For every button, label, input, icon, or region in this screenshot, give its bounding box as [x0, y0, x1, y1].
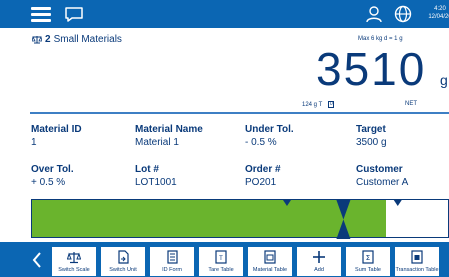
time-text: 4:20	[434, 6, 446, 12]
scale-number: 2	[45, 34, 51, 45]
svg-text:Σ: Σ	[366, 254, 370, 262]
transaction-table-icon	[411, 250, 423, 264]
net-indicator: NET	[405, 101, 417, 107]
switch-scale-icon	[67, 252, 81, 264]
softkey-label: Material Table	[252, 267, 288, 273]
globe-icon[interactable]	[394, 5, 412, 23]
field-lot: Lot # LOT1001	[135, 163, 177, 189]
field-value: 1	[31, 137, 37, 148]
softkey-tare-table[interactable]: T Tare Table	[198, 246, 244, 277]
sum-table-icon: Σ	[362, 250, 374, 264]
scale-icon	[32, 35, 42, 44]
divider	[30, 112, 449, 114]
field-label: Under Tol.	[245, 124, 294, 135]
field-material-name: Material Name Material 1	[135, 123, 203, 149]
field-value: LOT1001	[135, 177, 177, 188]
field-value: - 0.5 %	[245, 137, 277, 148]
field-label: Lot #	[135, 164, 159, 175]
field-label: Material Name	[135, 124, 203, 135]
material-table-icon	[264, 250, 276, 264]
field-under-tol: Under Tol. - 0.5 %	[245, 123, 294, 149]
softkey-label: Add	[314, 267, 324, 273]
field-target: Target 3500 g	[356, 123, 387, 149]
tare-info: 124 g T 0	[302, 101, 335, 108]
add-icon	[313, 251, 325, 263]
softkey-label: Sum Table	[355, 267, 381, 273]
tare-table-icon: T	[215, 250, 227, 264]
field-value: Material 1	[135, 137, 179, 148]
softkey-material-table[interactable]: Material Table	[247, 246, 293, 277]
field-label: Material ID	[31, 124, 82, 135]
softkey-label: Switch Unit	[109, 267, 137, 273]
field-label: Target	[356, 124, 386, 135]
scale-name: 2 Small Materials	[32, 34, 122, 45]
softkey-switch-unit[interactable]: Switch Unit	[100, 246, 146, 277]
tolerance-bar	[31, 199, 449, 239]
softkey-label: ID Form	[162, 267, 182, 273]
field-value: 3500 g	[356, 137, 387, 148]
date-text: 12/04/20	[428, 14, 449, 20]
field-value: Customer A	[356, 177, 409, 188]
svg-text:T: T	[219, 256, 223, 262]
message-icon[interactable]	[64, 6, 84, 23]
field-customer: Customer Customer A	[356, 163, 408, 189]
field-value: PO201	[245, 177, 277, 188]
tare-value: 124 g T	[302, 101, 323, 108]
target-marker-top	[336, 200, 351, 220]
tolerance-markers	[282, 200, 402, 239]
menu-icon[interactable]	[31, 7, 51, 22]
weight-value: 3510	[316, 43, 427, 95]
softkey-transaction-table[interactable]: Transaction Table	[394, 246, 440, 277]
weight-unit: g	[440, 72, 448, 88]
softkey-switch-scale[interactable]: Switch Scale	[51, 246, 97, 277]
chevron-left-icon	[32, 252, 41, 268]
field-order: Order # PO201	[245, 163, 281, 189]
field-label: Customer	[356, 164, 403, 175]
softkey-label: Tare Table	[208, 267, 234, 273]
softkey-add[interactable]: Add	[296, 246, 342, 277]
zero-indicator-icon: 0	[328, 101, 335, 108]
scale-title: Small Materials	[53, 34, 122, 45]
field-over-tol: Over Tol. + 0.5 %	[31, 163, 74, 189]
field-label: Over Tol.	[31, 164, 74, 175]
target-marker-bottom	[336, 219, 351, 239]
softkey-id-form[interactable]: ID Form	[149, 246, 195, 277]
upper-tolerance-marker	[393, 200, 402, 206]
field-label: Order #	[245, 164, 281, 175]
switch-unit-icon	[118, 250, 129, 264]
back-button[interactable]	[29, 246, 45, 274]
clock: 4:20 12/04/20	[420, 5, 449, 21]
user-icon[interactable]	[365, 5, 383, 23]
id-form-icon	[167, 250, 178, 264]
lower-tolerance-marker	[282, 200, 291, 206]
softkey-sum-table[interactable]: Σ Sum Table	[345, 246, 391, 277]
field-value: + 0.5 %	[31, 177, 66, 188]
field-material-id: Material ID 1	[31, 123, 82, 149]
softkey-label: Switch Scale	[58, 267, 90, 273]
softkey-label: Transaction Table	[395, 267, 439, 273]
